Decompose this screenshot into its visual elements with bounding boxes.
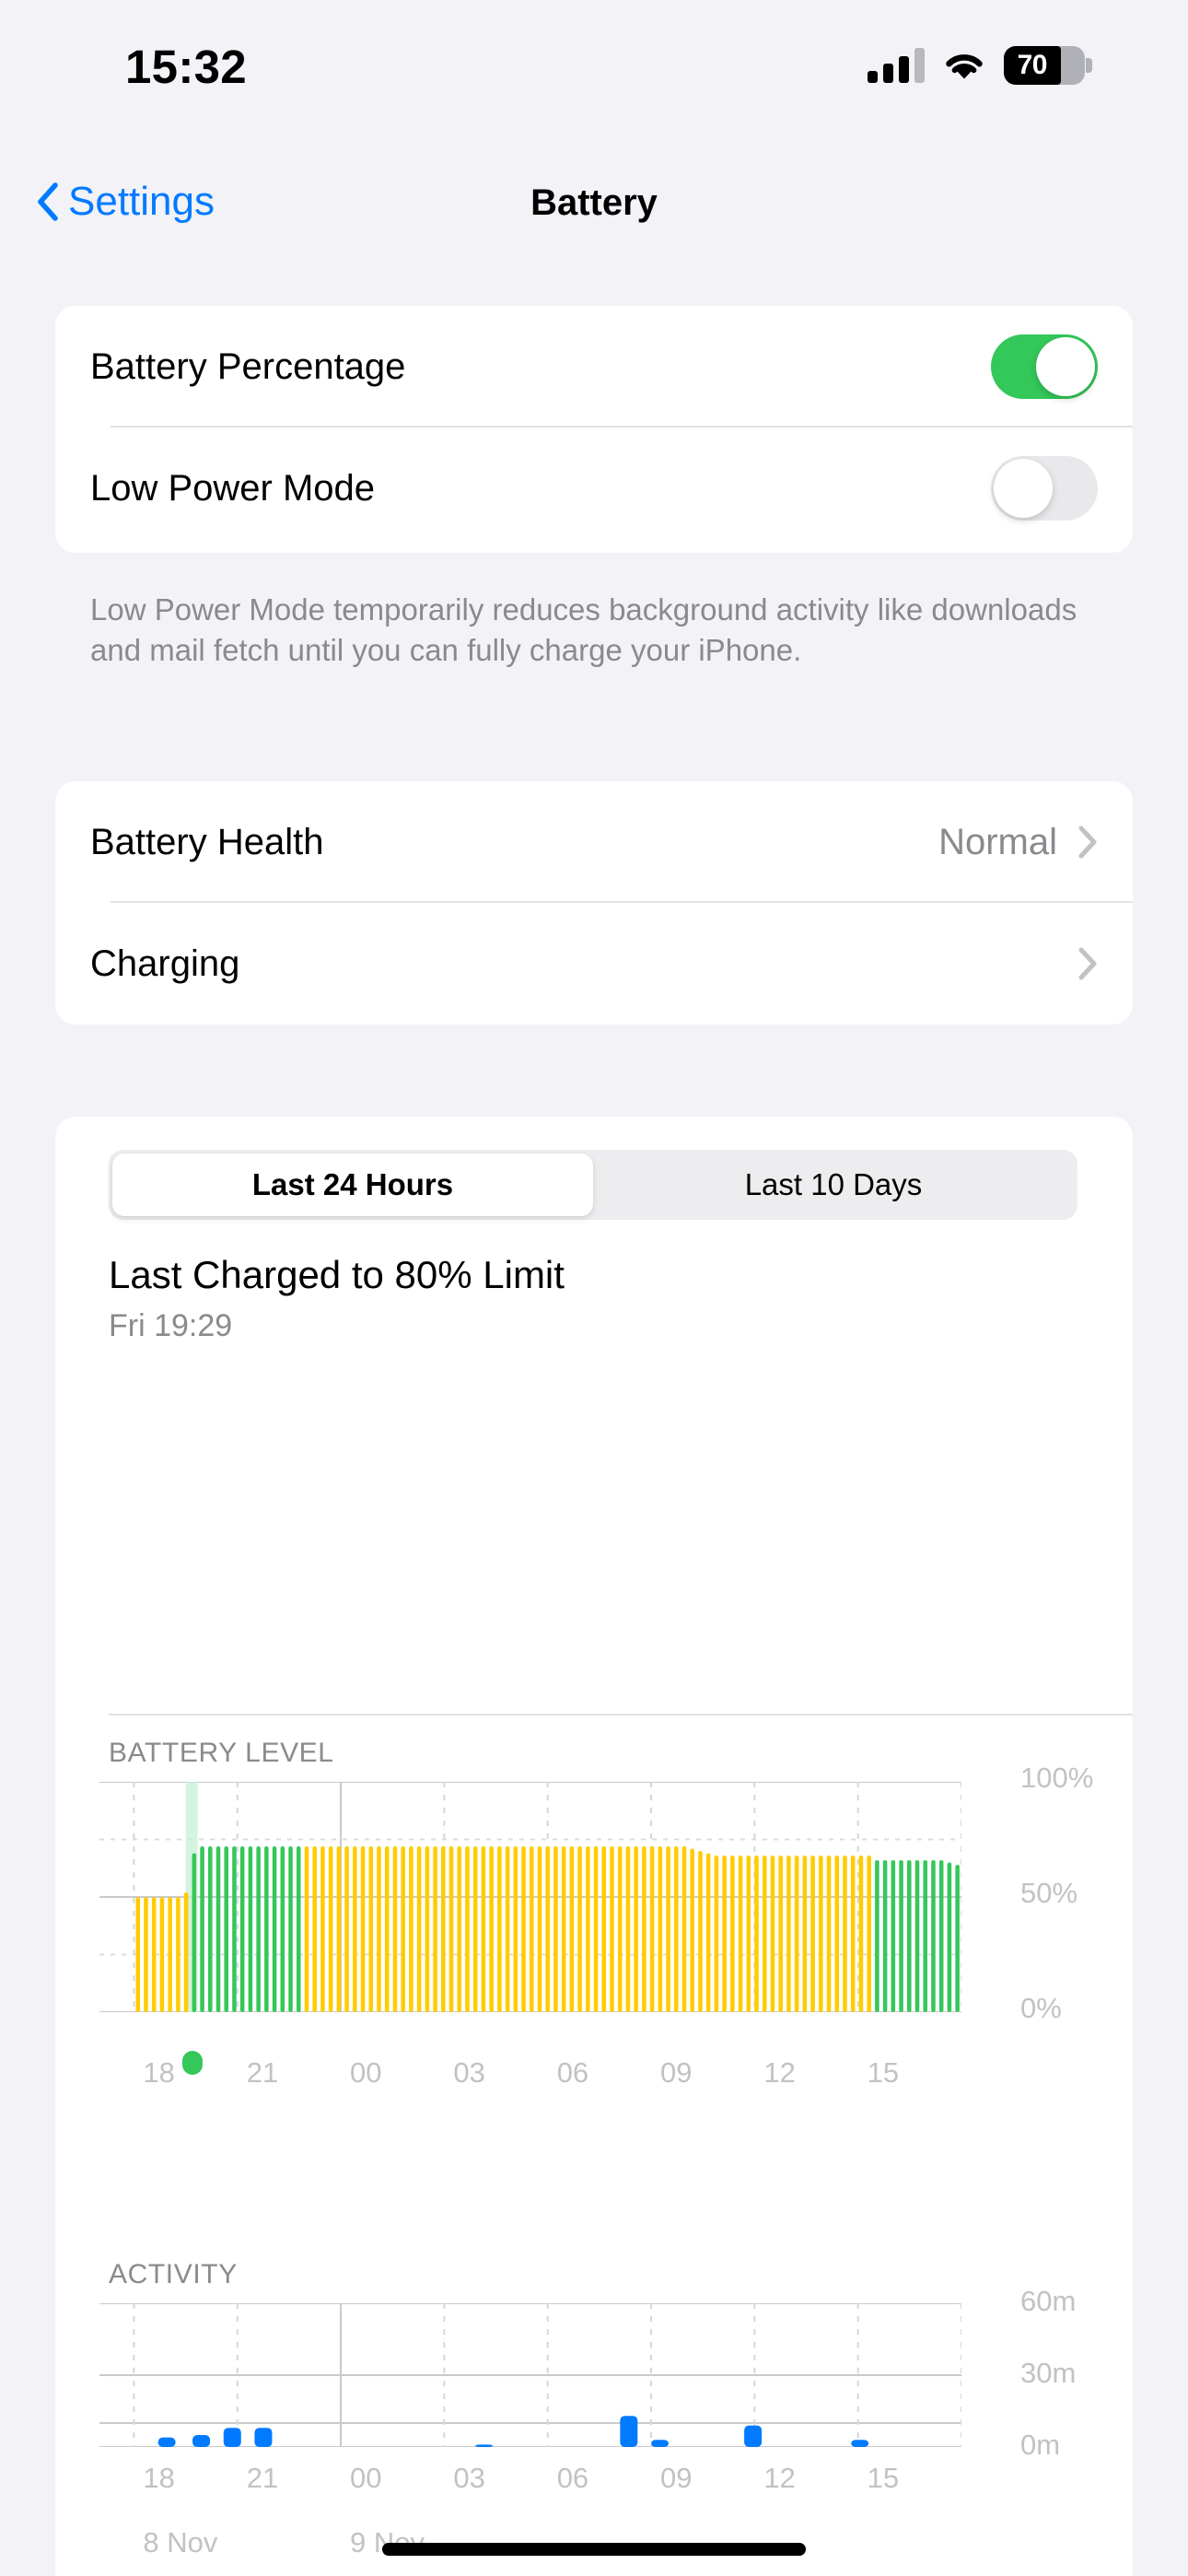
- row-battery-percentage[interactable]: Battery Percentage: [55, 306, 1133, 427]
- activity-ytick: 0m: [1020, 2429, 1061, 2461]
- activity-xtick: 09: [660, 2462, 693, 2494]
- battery-settings-screen: 15:32 70 Settings Battery Battery Percen…: [0, 0, 1188, 2576]
- battery-level-xtick: 15: [867, 2056, 900, 2089]
- battery-health-card: Battery Health Normal Charging: [55, 781, 1133, 1025]
- battery-tip: [1086, 58, 1092, 73]
- activity-xtick: 12: [763, 2462, 796, 2494]
- battery-percentage-toggle[interactable]: [991, 334, 1098, 399]
- battery-level-xtick: 18: [143, 2056, 175, 2089]
- activity-ytick: 60m: [1020, 2285, 1077, 2317]
- battery-level-ytick: 100%: [1020, 1762, 1094, 1794]
- segment-last-10-days[interactable]: Last 10 Days: [593, 1153, 1074, 1216]
- battery-usage-card: Last 24 Hours Last 10 Days Last Charged …: [55, 1117, 1133, 2576]
- battery-health-value: Normal: [938, 821, 1057, 862]
- low-power-mode-label: Low Power Mode: [90, 467, 376, 509]
- battery-level-xtick: 00: [350, 2056, 382, 2089]
- toggle-knob: [1036, 337, 1095, 396]
- low-power-mode-toggle[interactable]: [991, 456, 1098, 521]
- battery-level-chart-title: BATTERY LEVEL: [109, 1738, 334, 1768]
- row-battery-health[interactable]: Battery Health Normal: [55, 781, 1133, 903]
- row-charging[interactable]: Charging: [55, 903, 1133, 1025]
- activity-ytick: 30m: [1020, 2357, 1077, 2389]
- battery-level-ytick: 50%: [1020, 1877, 1078, 1909]
- toggle-knob: [994, 459, 1053, 518]
- battery-icon: 70: [1004, 46, 1092, 85]
- status-bar-clock: 15:32: [125, 41, 247, 93]
- last-charged-time: Fri 19:29: [109, 1308, 233, 1343]
- chevron-right-icon: [1077, 946, 1098, 981]
- wifi-icon: [941, 48, 987, 83]
- battery-level-ytick: 0%: [1020, 1992, 1062, 2024]
- activity-xtick: 18: [143, 2462, 175, 2494]
- battery-level-xtick: 06: [556, 2056, 589, 2089]
- activity-xtick: 21: [246, 2462, 279, 2494]
- battery-health-label: Battery Health: [90, 821, 324, 862]
- activity-xtick: 06: [556, 2462, 589, 2494]
- battery-level-chart: [99, 1782, 961, 2075]
- usage-separator: [109, 1714, 1133, 1715]
- time-range-segmented-control[interactable]: Last 24 Hours Last 10 Days: [109, 1150, 1077, 1220]
- navigation-bar: Settings Battery: [0, 164, 1188, 265]
- chevron-right-icon: [1077, 825, 1098, 860]
- activity-xtick: 00: [350, 2462, 382, 2494]
- activity-chart: [99, 2303, 961, 2447]
- status-bar-indicators: 70: [868, 46, 1092, 85]
- battery-level-xtick: 03: [453, 2056, 485, 2089]
- battery-level-xtick: 09: [660, 2056, 693, 2089]
- low-power-mode-footnote: Low Power Mode temporarily reduces backg…: [90, 592, 1077, 668]
- home-indicator: [382, 2543, 806, 2556]
- segment-last-24-hours[interactable]: Last 24 Hours: [112, 1153, 593, 1216]
- activity-chart-title: ACTIVITY: [109, 2259, 238, 2289]
- activity-xtick: 03: [453, 2462, 485, 2494]
- cellular-signal-icon: [868, 48, 925, 83]
- battery-level-xtick: 12: [763, 2056, 796, 2089]
- battery-percentage-label: Battery Percentage: [90, 345, 406, 387]
- battery-level-xtick: 21: [246, 2056, 279, 2089]
- page-title: Battery: [530, 182, 658, 223]
- charging-start-marker: [182, 2051, 204, 2075]
- battery-percent-label: 70: [1017, 50, 1048, 80]
- activity-day-label: 8 Nov: [143, 2526, 218, 2558]
- activity-xtick: 15: [867, 2462, 900, 2494]
- last-charged-title: Last Charged to 80% Limit: [109, 1253, 565, 1296]
- charging-label: Charging: [90, 943, 240, 984]
- row-low-power-mode[interactable]: Low Power Mode: [55, 427, 1133, 549]
- battery-options-card: Battery Percentage Low Power Mode: [55, 306, 1133, 553]
- status-bar: 15:32 70: [0, 0, 1188, 120]
